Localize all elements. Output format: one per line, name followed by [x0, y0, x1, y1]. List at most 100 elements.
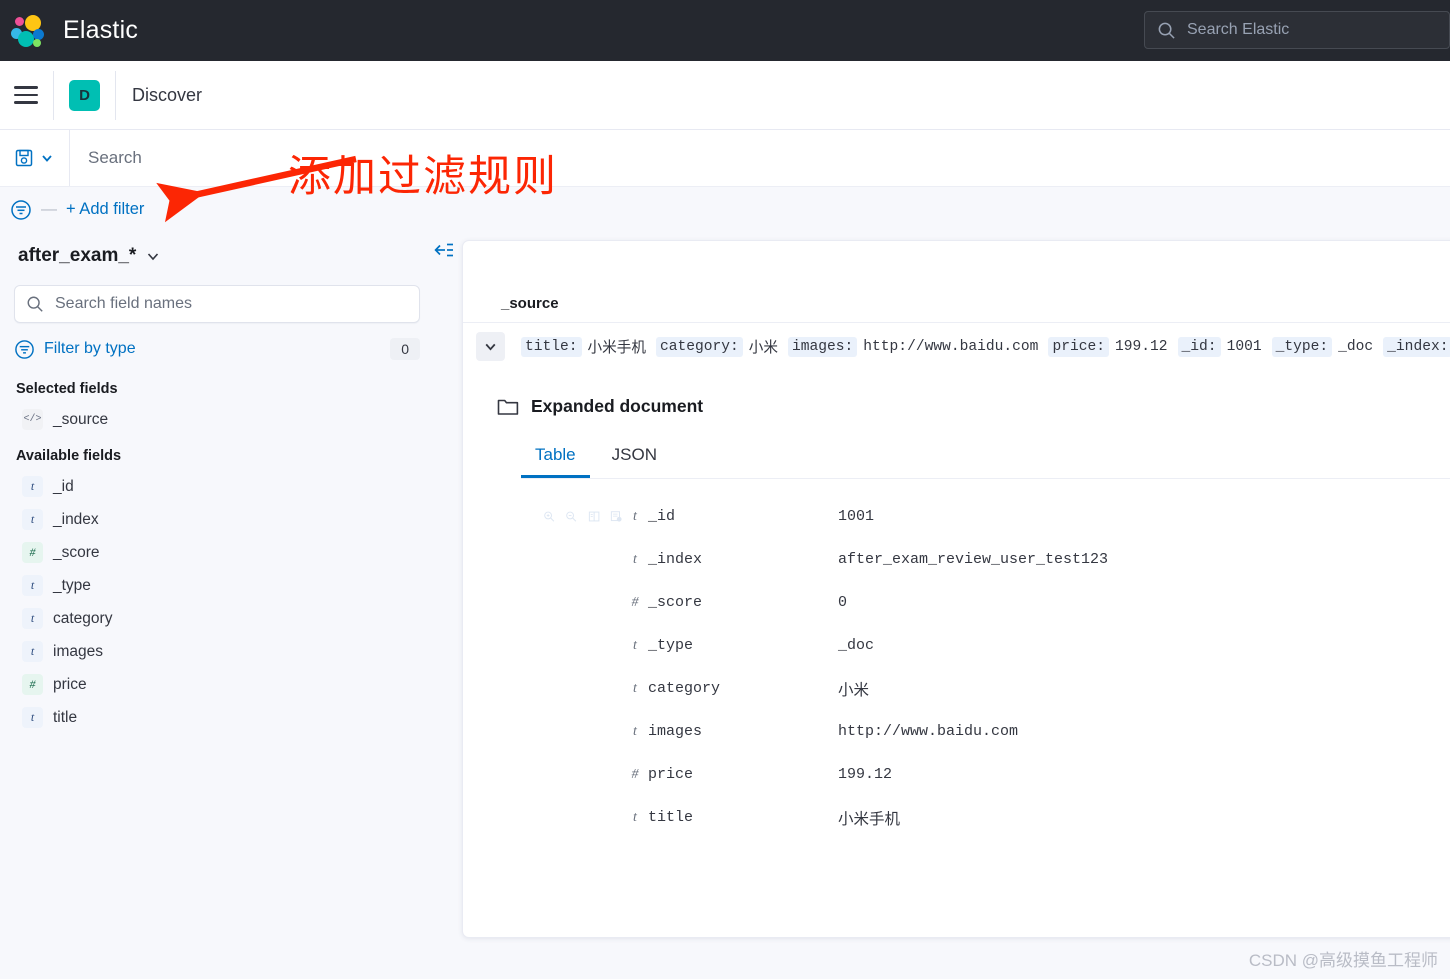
- field-type-string-icon: t: [22, 476, 43, 497]
- folder-open-icon: [497, 399, 519, 415]
- source-value-price: 199.12: [1114, 338, 1168, 355]
- field-value: after_exam_review_user_test123: [838, 551, 1109, 568]
- global-search-placeholder: Search Elastic: [1187, 21, 1290, 38]
- filter-settings-icon: [15, 339, 34, 359]
- source-key-price: price:: [1048, 336, 1109, 357]
- row-actions: [497, 508, 622, 525]
- watermark: CSDN @高级摸鱼工程师: [1248, 951, 1438, 970]
- chevron-down-icon: [485, 343, 496, 351]
- search-icon: [1158, 22, 1175, 39]
- field-label: _id: [53, 477, 74, 495]
- expanded-document-tabs: Table JSON: [521, 439, 1450, 478]
- toggle-column-in-table-icon[interactable]: [588, 508, 600, 525]
- available-fields-title: Available fields: [16, 448, 122, 464]
- field-item-_type[interactable]: t _type: [22, 575, 432, 596]
- field-type-icon: t: [633, 637, 637, 653]
- field-item-_index[interactable]: t _index: [22, 509, 432, 530]
- filter-out-value-icon[interactable]: [565, 508, 577, 525]
- table-row[interactable]: t _type _doc: [497, 624, 1450, 667]
- field-label: title: [53, 708, 78, 726]
- tab-table[interactable]: Table: [521, 439, 590, 478]
- field-item-title[interactable]: t title: [22, 707, 432, 728]
- source-key-type: _type:: [1271, 336, 1333, 357]
- field-name: _type: [648, 637, 694, 654]
- field-type-string-icon: t: [22, 707, 43, 728]
- expand-row-button[interactable]: [476, 332, 505, 361]
- expanded-document: Expanded document Table JSON t _id 1001 …: [463, 396, 1450, 839]
- table-row[interactable]: # _score 0: [497, 581, 1450, 624]
- source-value-images: http://www.baidu.com: [863, 338, 1039, 355]
- table-row[interactable]: t category 小米: [497, 667, 1450, 710]
- tab-json[interactable]: JSON: [598, 439, 671, 478]
- field-type-number-icon: #: [22, 542, 43, 563]
- field-type-string-icon: t: [22, 575, 43, 596]
- filter-by-type-button[interactable]: Filter by type 0: [14, 335, 420, 363]
- documents-table-header: _source: [463, 241, 1450, 323]
- navbar-divider-2: [115, 70, 116, 120]
- field-value: 199.12: [838, 766, 893, 783]
- filter-bar: — + Add filter: [0, 187, 1450, 232]
- search-input[interactable]: Search: [70, 148, 1450, 168]
- table-row[interactable]: t _index after_exam_review_user_test123: [497, 538, 1450, 581]
- source-key-id: _id:: [1177, 336, 1221, 357]
- field-name: title: [648, 809, 694, 826]
- filter-settings-icon[interactable]: [10, 199, 32, 221]
- field-name: price: [648, 766, 694, 783]
- field-type-string-icon: t: [22, 509, 43, 530]
- field-name: _id: [648, 508, 676, 525]
- hamburger-menu-icon[interactable]: [14, 86, 38, 104]
- field-type-icon: t: [633, 551, 637, 567]
- field-label: category: [53, 609, 113, 627]
- filter-for-field-present-icon[interactable]: [610, 508, 622, 525]
- global-header: Elastic Search Elastic: [0, 0, 1450, 61]
- expanded-document-title: Expanded document: [497, 396, 1450, 417]
- column-header-source: _source: [501, 295, 559, 312]
- add-filter-button[interactable]: + Add filter: [66, 200, 144, 219]
- field-value: http://www.baidu.com: [838, 723, 1019, 740]
- field-type-icon: #: [631, 766, 639, 782]
- field-type-icon: t: [633, 723, 637, 739]
- field-name: category: [648, 680, 721, 697]
- field-item-price[interactable]: # price: [22, 674, 432, 695]
- expanded-document-label: Expanded document: [531, 396, 704, 416]
- field-type-source-icon: </>: [22, 409, 43, 430]
- table-row[interactable]: # price 199.12: [497, 753, 1450, 796]
- field-type-icon: t: [633, 508, 637, 524]
- source-key-index: _index:: [1383, 336, 1450, 357]
- field-name: _index: [648, 551, 703, 568]
- field-item-_source[interactable]: </> _source: [22, 409, 432, 430]
- source-summary: title: 小米手机 category: 小米 images: http://…: [521, 336, 1450, 357]
- document-fields-table: t _id 1001 t _index after_exam_review_us…: [497, 495, 1450, 839]
- field-value: 小米手机: [838, 810, 901, 828]
- table-row[interactable]: t title 小米手机: [497, 796, 1450, 839]
- table-row[interactable]: title: 小米手机 category: 小米 images: http://…: [463, 323, 1450, 370]
- breadcrumb[interactable]: Discover: [132, 85, 202, 106]
- field-item-_id[interactable]: t _id: [22, 476, 432, 497]
- search-field-names-input[interactable]: Search field names: [14, 285, 420, 323]
- index-pattern-selector[interactable]: after_exam_*: [18, 245, 432, 267]
- chevron-down-icon: [42, 155, 52, 162]
- source-value-title: 小米手机: [587, 341, 646, 357]
- field-label: _index: [53, 510, 99, 528]
- app-badge-discover[interactable]: D: [69, 79, 100, 111]
- global-search-input[interactable]: Search Elastic: [1144, 11, 1450, 49]
- field-item-category[interactable]: t category: [22, 608, 432, 629]
- field-item-_score[interactable]: # _score: [22, 542, 432, 563]
- field-label: _source: [53, 410, 109, 428]
- filter-for-value-icon[interactable]: [543, 508, 555, 525]
- field-name: images: [648, 723, 703, 740]
- tabs-underline: [521, 478, 1450, 479]
- collapse-sidebar-icon[interactable]: [434, 240, 454, 260]
- application-navbar: D Discover: [0, 61, 1450, 130]
- source-value-category: 小米: [748, 341, 778, 357]
- field-type-string-icon: t: [22, 641, 43, 662]
- source-key-title: title:: [521, 336, 582, 357]
- saved-query-button[interactable]: [0, 130, 70, 186]
- search-icon: [27, 296, 43, 312]
- table-row[interactable]: t images http://www.baidu.com: [497, 710, 1450, 753]
- field-name: _score: [648, 594, 703, 611]
- field-label: images: [53, 642, 103, 660]
- field-item-images[interactable]: t images: [22, 641, 432, 662]
- elastic-logo-icon[interactable]: [8, 12, 46, 50]
- table-row[interactable]: t _id 1001: [497, 495, 1450, 538]
